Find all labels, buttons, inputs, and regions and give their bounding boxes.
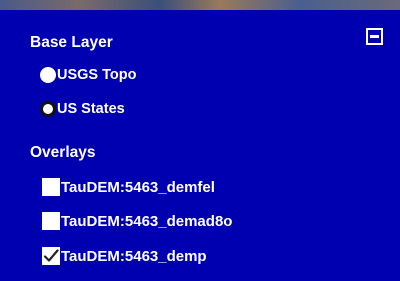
collapse-button[interactable]: [366, 28, 383, 45]
overlay-option-demfel[interactable]: TauDEM:5463_demfel: [42, 178, 215, 196]
layer-control-panel: Base Layer USGS Topo US States Overlays …: [22, 10, 400, 281]
overlay-option-demad8o[interactable]: TauDEM:5463_demad8o: [42, 212, 232, 230]
checkbox-unchecked[interactable]: [42, 178, 60, 196]
base-layer-option-usgs-topo[interactable]: USGS Topo: [40, 67, 136, 83]
radio-button-selected[interactable]: [40, 101, 56, 117]
checkmark-icon: [43, 249, 59, 262]
base-layer-label: USGS Topo: [57, 67, 137, 83]
checkbox-unchecked[interactable]: [42, 212, 60, 230]
overlay-label: TauDEM:5463_demad8o: [61, 212, 233, 230]
checkbox-checked[interactable]: [42, 247, 60, 265]
overlay-label: TauDEM:5463_demfel: [61, 178, 215, 196]
base-layer-title: Base Layer: [30, 34, 113, 51]
overlay-option-demp[interactable]: TauDEM:5463_demp: [42, 247, 207, 265]
radio-button-unselected[interactable]: [40, 67, 56, 83]
overlays-title: Overlays: [30, 144, 96, 161]
base-layer-label: US States: [57, 101, 125, 117]
minus-icon: [370, 35, 379, 38]
overlay-label: TauDEM:5463_demp: [61, 247, 207, 265]
map-background-strip: [0, 0, 400, 10]
base-layer-option-us-states[interactable]: US States: [40, 101, 125, 117]
